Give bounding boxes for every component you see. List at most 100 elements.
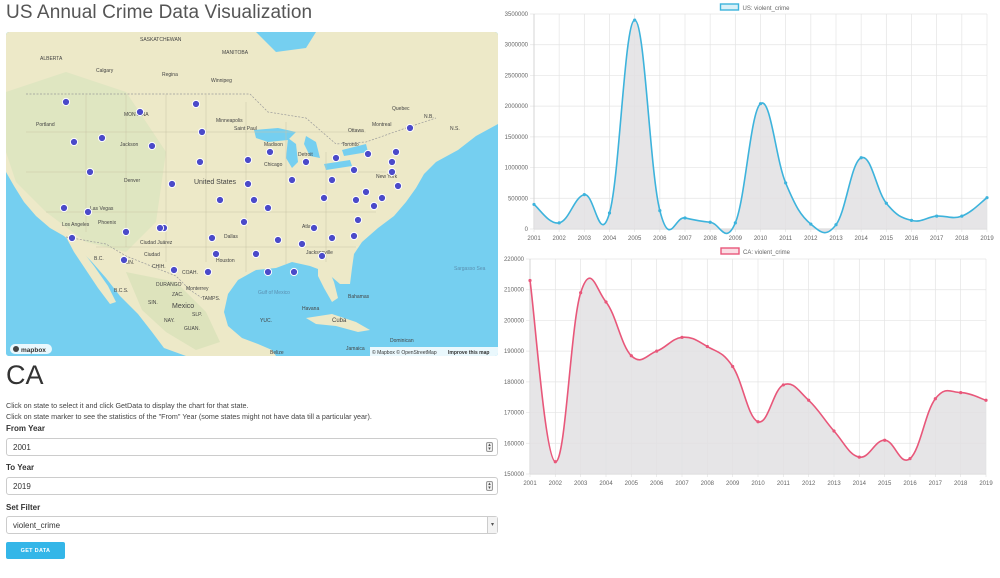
from-year-input[interactable]: 2001 ▴ ▾ [6, 438, 498, 456]
state-marker[interactable] [319, 193, 329, 203]
mapbox-logo[interactable]: mapbox [10, 344, 52, 354]
state-marker[interactable] [331, 153, 341, 163]
data-point[interactable] [883, 438, 887, 442]
data-point[interactable] [859, 156, 863, 160]
state-marker[interactable] [195, 157, 205, 167]
state-marker[interactable] [263, 267, 273, 277]
data-point[interactable] [607, 211, 612, 215]
legend-label[interactable]: CA: violent_crime [743, 250, 791, 256]
legend-label[interactable]: US: violent_crime [743, 6, 791, 12]
state-marker[interactable] [207, 233, 217, 243]
state-marker[interactable] [121, 227, 131, 237]
state-marker[interactable] [249, 195, 259, 205]
state-marker[interactable] [239, 217, 249, 227]
data-point[interactable] [960, 214, 964, 218]
data-point[interactable] [809, 222, 813, 226]
data-point[interactable] [604, 300, 608, 304]
filter-select[interactable]: violent_crime ▾ [6, 516, 498, 534]
state-marker[interactable] [215, 195, 225, 205]
state-marker[interactable] [309, 223, 319, 233]
state-marker[interactable] [391, 147, 401, 157]
map-view[interactable]: SASKATCHEWAN MANITOBA ALBERTA Calgary Re… [6, 32, 498, 356]
state-marker[interactable] [369, 201, 379, 211]
data-point[interactable] [658, 208, 662, 213]
state-marker[interactable] [289, 267, 299, 277]
state-marker[interactable] [327, 233, 337, 243]
map-attribution[interactable]: © Mapbox © OpenStreetMap [372, 349, 437, 356]
state-marker[interactable] [243, 179, 253, 189]
data-point[interactable] [655, 349, 659, 353]
state-marker[interactable] [243, 155, 253, 165]
state-marker[interactable] [83, 207, 93, 217]
data-point[interactable] [731, 364, 735, 369]
state-marker[interactable] [387, 157, 397, 167]
state-marker[interactable] [147, 141, 157, 151]
spinner-icon[interactable]: ▴ ▾ [486, 481, 493, 491]
data-point[interactable] [933, 397, 937, 401]
get-data-button[interactable]: GET DATA [6, 542, 65, 559]
data-point[interactable] [733, 221, 737, 225]
state-marker[interactable] [287, 175, 297, 185]
state-marker[interactable] [361, 187, 371, 197]
improve-map-link[interactable]: Improve this map [448, 350, 489, 356]
data-point[interactable] [984, 398, 988, 402]
spinner-icon[interactable]: ▴ ▾ [486, 442, 493, 452]
state-marker[interactable] [327, 175, 337, 185]
data-point[interactable] [909, 218, 914, 222]
state-marker[interactable] [97, 133, 107, 143]
state-marker[interactable] [169, 265, 179, 275]
state-marker[interactable] [301, 157, 311, 167]
data-point[interactable] [781, 383, 785, 387]
data-point[interactable] [834, 223, 838, 227]
state-marker[interactable] [405, 123, 415, 133]
state-marker[interactable] [351, 195, 361, 205]
state-marker[interactable] [387, 167, 397, 177]
data-point[interactable] [857, 455, 861, 459]
data-point[interactable] [758, 102, 763, 106]
data-point[interactable] [579, 291, 583, 295]
state-marker[interactable] [393, 181, 403, 191]
state-marker[interactable] [203, 267, 213, 277]
state-marker[interactable] [251, 249, 261, 259]
state-marker[interactable] [211, 249, 221, 259]
state-marker[interactable] [69, 137, 79, 147]
state-marker[interactable] [167, 179, 177, 189]
data-point[interactable] [908, 457, 912, 461]
state-marker[interactable] [191, 99, 201, 109]
data-point[interactable] [807, 398, 811, 402]
data-point[interactable] [935, 214, 939, 218]
state-marker[interactable] [317, 251, 327, 261]
state-marker[interactable] [135, 107, 145, 117]
state-marker[interactable] [67, 233, 77, 243]
data-point[interactable] [985, 196, 989, 200]
state-marker[interactable] [349, 165, 359, 175]
state-marker[interactable] [265, 147, 275, 157]
data-point[interactable] [784, 181, 788, 185]
state-marker[interactable] [349, 231, 359, 241]
state-marker[interactable] [263, 203, 273, 213]
state-marker[interactable] [59, 203, 69, 213]
data-point[interactable] [884, 201, 888, 205]
state-marker[interactable] [363, 149, 373, 159]
data-point[interactable] [683, 216, 687, 220]
data-point[interactable] [528, 278, 532, 283]
data-point[interactable] [959, 391, 963, 395]
state-marker[interactable] [155, 223, 165, 233]
legend-swatch[interactable] [719, 3, 740, 11]
data-point[interactable] [832, 429, 836, 433]
state-marker[interactable] [297, 239, 307, 249]
data-point[interactable] [582, 193, 586, 197]
data-point[interactable] [680, 335, 684, 339]
data-point[interactable] [633, 18, 637, 22]
data-point[interactable] [756, 420, 760, 424]
data-point[interactable] [532, 202, 536, 207]
state-marker[interactable] [119, 255, 129, 265]
state-marker[interactable] [197, 127, 207, 137]
state-marker[interactable] [85, 167, 95, 177]
data-point[interactable] [553, 460, 557, 464]
state-marker[interactable] [377, 193, 387, 203]
state-marker[interactable] [61, 97, 71, 107]
legend-swatch[interactable] [720, 247, 740, 255]
to-year-input[interactable]: 2019 ▴ ▾ [6, 477, 498, 495]
data-point[interactable] [557, 221, 561, 225]
